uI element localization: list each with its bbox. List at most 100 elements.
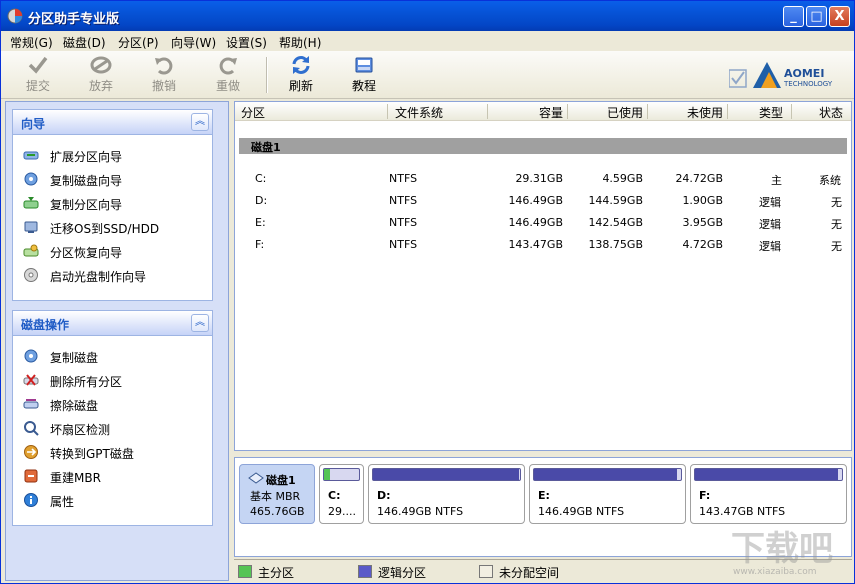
disk-op-label: 复制磁盘 (50, 351, 99, 365)
partition-block-d[interactable]: D: 146.49GB NTFS (368, 464, 525, 524)
cell-fs: NTFS (389, 238, 418, 251)
col-status[interactable]: 状态 (819, 104, 843, 121)
minimize-button[interactable]: _ (783, 6, 804, 27)
wizard-item-boot-disc[interactable]: 启动光盘制作向导 (13, 263, 212, 287)
disk-op-rebuild-mbr[interactable]: 重建MBR (13, 464, 212, 488)
app-icon (7, 8, 23, 24)
redo-button[interactable]: 重做 (203, 55, 253, 95)
wizard-item-partition-recovery[interactable]: 分区恢复向导 (13, 239, 212, 263)
legend-label: 未分配空间 (499, 566, 560, 580)
menu-wizard[interactable]: 向导(W) (171, 34, 216, 51)
cell-capacity: 146.49GB (508, 194, 563, 207)
disk-op-copy-disk[interactable]: 复制磁盘 (13, 344, 212, 368)
disk-op-delete-all[interactable]: 删除所有分区 (13, 368, 212, 392)
tutorial-button[interactable]: 教程 (339, 55, 389, 95)
menu-partition[interactable]: 分区(P) (118, 34, 159, 51)
disk-op-convert-gpt[interactable]: 转换到GPT磁盘 (13, 440, 212, 464)
cell-fs: NTFS (389, 216, 418, 229)
legend-swatch (238, 565, 252, 578)
partition-name: C: (328, 489, 341, 502)
submit-button[interactable]: 提交 (13, 55, 63, 95)
column-divider[interactable] (647, 104, 648, 119)
column-divider[interactable] (567, 104, 568, 119)
disk-group-header[interactable]: 磁盘1 (239, 138, 847, 154)
watermark-url: www.xiazaiba.com (733, 567, 817, 577)
disk-size: 465.76GB (250, 505, 305, 518)
disk-card[interactable]: 磁盘1 基本 MBR 465.76GB (239, 464, 315, 524)
wizard-item-copy-partition[interactable]: 复制分区向导 (13, 191, 212, 215)
usage-bar (323, 468, 360, 481)
extend-partition-icon (23, 151, 39, 160)
legend-swatch (479, 565, 493, 578)
book-icon (355, 57, 373, 73)
disk-op-bad-sector[interactable]: 坏扇区检测 (13, 416, 212, 440)
refresh-button[interactable]: 刷新 (276, 55, 326, 95)
cell-partition: C: (255, 172, 267, 185)
disk-op-wipe-disk[interactable]: 擦除磁盘 (13, 392, 212, 416)
col-used[interactable]: 已使用 (607, 104, 643, 121)
disk-ops-panel-header[interactable]: 磁盘操作 ︽ (13, 311, 212, 336)
menu-help[interactable]: 帮助(H) (279, 34, 321, 51)
wizard-item-label: 启动光盘制作向导 (50, 270, 147, 284)
menu-general[interactable]: 常规(G) (10, 34, 53, 51)
wizard-item-copy-disk[interactable]: 复制磁盘向导 (13, 167, 212, 191)
disk-type: 基本 MBR (250, 490, 301, 503)
submit-label: 提交 (25, 79, 50, 93)
wizard-item-label: 分区恢复向导 (50, 246, 123, 260)
wizard-item-label: 扩展分区向导 (50, 150, 123, 164)
window-title: 分区助手专业版 (28, 12, 120, 27)
table-row[interactable]: E: NTFS 146.49GB 142.54GB 3.95GB 逻辑 无 (235, 212, 851, 234)
col-free[interactable]: 未使用 (687, 104, 723, 121)
col-filesystem[interactable]: 文件系统 (395, 104, 443, 121)
table-header: 分区 文件系统 容量 已使用 未使用 类型 状态 (235, 102, 851, 121)
column-divider[interactable] (791, 104, 792, 119)
partition-block-f[interactable]: F: 143.47GB NTFS (690, 464, 847, 524)
col-capacity[interactable]: 容量 (539, 104, 563, 121)
convert-gpt-icon (24, 445, 38, 459)
wizard-item-label: 迁移OS到SSD/HDD (50, 222, 160, 236)
table-row[interactable]: D: NTFS 146.49GB 144.59GB 1.90GB 逻辑 无 (235, 190, 851, 212)
copy-disk-icon (24, 172, 38, 186)
undo-button[interactable]: 撤销 (139, 55, 189, 95)
discard-button[interactable]: 放弃 (76, 55, 126, 95)
table-row[interactable]: F: NTFS 143.47GB 138.75GB 4.72GB 逻辑 无 (235, 234, 851, 256)
menu-settings[interactable]: 设置(S) (226, 34, 267, 51)
col-partition[interactable]: 分区 (241, 104, 265, 121)
wizard-item-extend-partition[interactable]: 扩展分区向导 (13, 143, 212, 167)
wizard-item-label: 复制磁盘向导 (50, 174, 123, 188)
cell-free: 4.72GB (682, 238, 723, 251)
wizard-item-migrate-os[interactable]: 迁移OS到SSD/HDD (13, 215, 212, 239)
cell-type: 逻辑 (759, 218, 781, 231)
logo-sub: TECHNOLOGY (784, 80, 833, 88)
wizard-panel-header[interactable]: 向导 ︽ (13, 110, 212, 135)
title-bar[interactable]: 分区助手专业版 _ □ X (1, 1, 854, 31)
column-divider[interactable] (727, 104, 728, 119)
maximize-button[interactable]: □ (806, 6, 827, 27)
menu-disk[interactable]: 磁盘(D) (63, 34, 106, 51)
partition-info: 146.49GB NTFS (377, 505, 464, 518)
cell-used: 144.59GB (588, 194, 643, 207)
collapse-icon[interactable]: ︽ (191, 314, 209, 332)
partition-block-e[interactable]: E: 146.49GB NTFS (529, 464, 686, 524)
column-divider[interactable] (387, 104, 388, 119)
disk-op-properties[interactable]: 属性 (13, 488, 212, 512)
usage-fill (695, 469, 838, 480)
usage-bar (533, 468, 682, 481)
legend-label: 逻辑分区 (378, 566, 427, 580)
legend-primary: 主分区 (238, 564, 318, 580)
partition-name: F: (699, 489, 711, 502)
partition-block-c[interactable]: C: 29.... (319, 464, 364, 524)
collapse-icon[interactable]: ︽ (191, 113, 209, 131)
col-type[interactable]: 类型 (759, 104, 783, 121)
refresh-label: 刷新 (288, 79, 313, 93)
undo-icon (155, 57, 173, 75)
disk-op-label: 重建MBR (50, 471, 101, 485)
legend-label: 主分区 (258, 566, 295, 580)
boot-disc-icon (24, 268, 38, 282)
table-row[interactable]: C: NTFS 29.31GB 4.59GB 24.72GB 主 系统 (235, 168, 851, 190)
toolbar: 提交 放弃 撤销 重做 刷新 教程 (1, 51, 854, 99)
disk-op-label: 删除所有分区 (50, 375, 123, 389)
partition-table: 分区 文件系统 容量 已使用 未使用 类型 状态 磁盘1 C: NTFS 29.… (234, 101, 852, 451)
close-button[interactable]: X (829, 6, 850, 27)
column-divider[interactable] (487, 104, 488, 119)
